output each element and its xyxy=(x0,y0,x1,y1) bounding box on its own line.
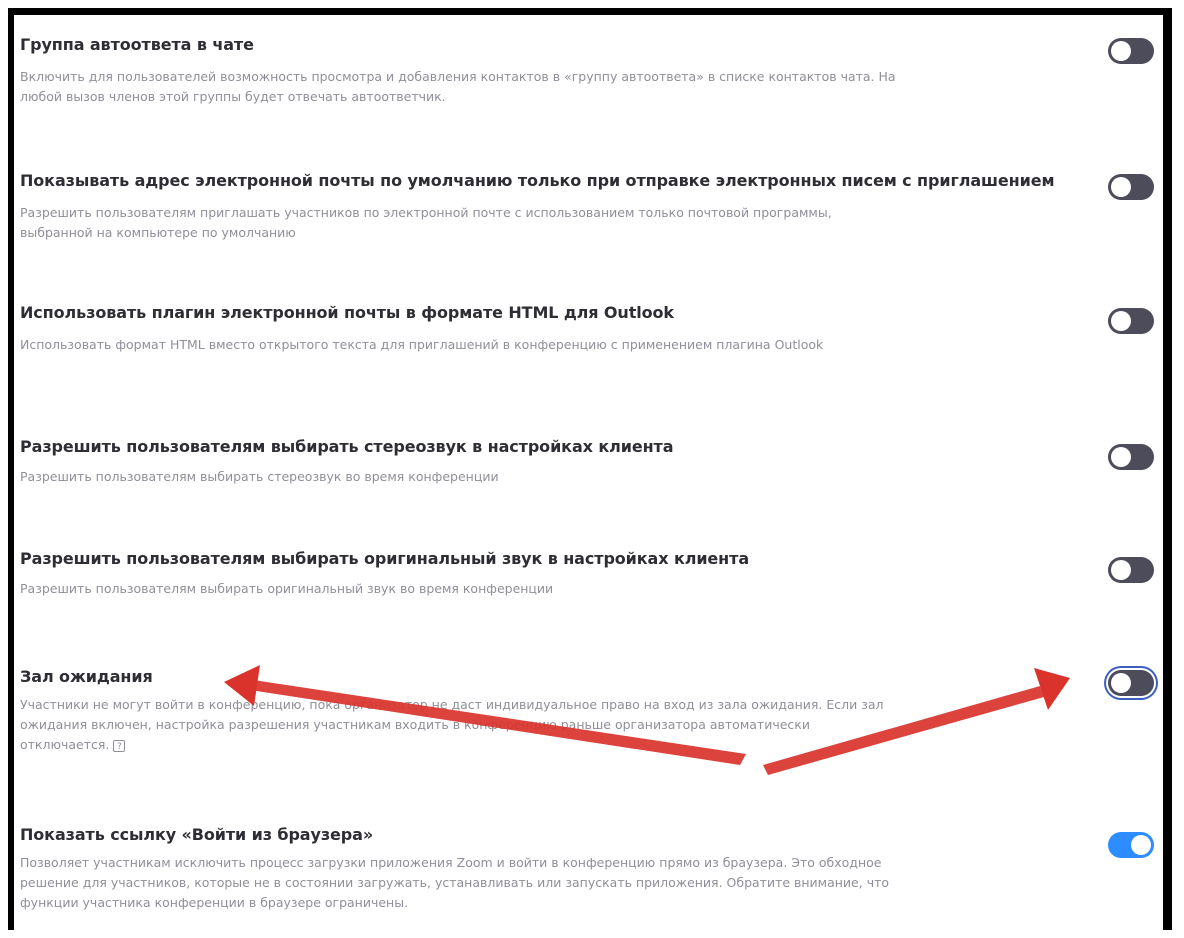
toggle-switch[interactable] xyxy=(1108,444,1154,470)
toggle-switch[interactable] xyxy=(1108,308,1154,334)
setting-description: Включить для пользователей возможность п… xyxy=(20,69,896,104)
setting-title: Зал ожидания xyxy=(20,667,153,686)
toggle-knob xyxy=(1111,311,1131,331)
toggle-knob xyxy=(1111,560,1131,580)
toggle-switch[interactable] xyxy=(1108,38,1154,64)
help-icon[interactable]: ? xyxy=(113,739,126,752)
toggle-knob xyxy=(1111,177,1131,197)
toggle-knob xyxy=(1111,447,1131,467)
settings-panel: Группа автоответа в чате Включить для по… xyxy=(8,8,1172,930)
setting-description: Использовать формат HTML вместо открытог… xyxy=(20,337,824,352)
toggle-knob xyxy=(1111,41,1131,61)
toggle-knob xyxy=(1111,673,1131,693)
setting-description: Разрешить пользователям приглашать участ… xyxy=(20,205,832,240)
setting-title: Использовать плагин электронной почты в … xyxy=(20,303,674,322)
toggle-switch[interactable] xyxy=(1108,174,1154,200)
setting-title: Разрешить пользователям выбирать оригина… xyxy=(20,549,750,568)
setting-description: Разрешить пользователям выбирать оригина… xyxy=(20,581,554,596)
setting-description: Позволяет участникам исключить процесс з… xyxy=(20,855,890,910)
setting-description: Разрешить пользователям выбирать стереоз… xyxy=(20,469,499,484)
toggle-switch[interactable] xyxy=(1108,557,1154,583)
toggle-switch-waiting-room[interactable] xyxy=(1108,670,1154,696)
toggle-knob xyxy=(1131,835,1151,855)
setting-title: Показывать адрес электронной почты по ум… xyxy=(20,171,1055,190)
toggle-switch[interactable] xyxy=(1108,832,1154,858)
setting-title: Показать ссылку «Войти из браузера» xyxy=(20,825,374,844)
setting-title: Группа автоответа в чате xyxy=(20,35,254,54)
setting-description: Участники не могут войти в конференцию, … xyxy=(20,695,900,755)
setting-description-text: Участники не могут войти в конференцию, … xyxy=(20,697,884,752)
setting-title: Разрешить пользователям выбирать стереоз… xyxy=(20,437,674,456)
